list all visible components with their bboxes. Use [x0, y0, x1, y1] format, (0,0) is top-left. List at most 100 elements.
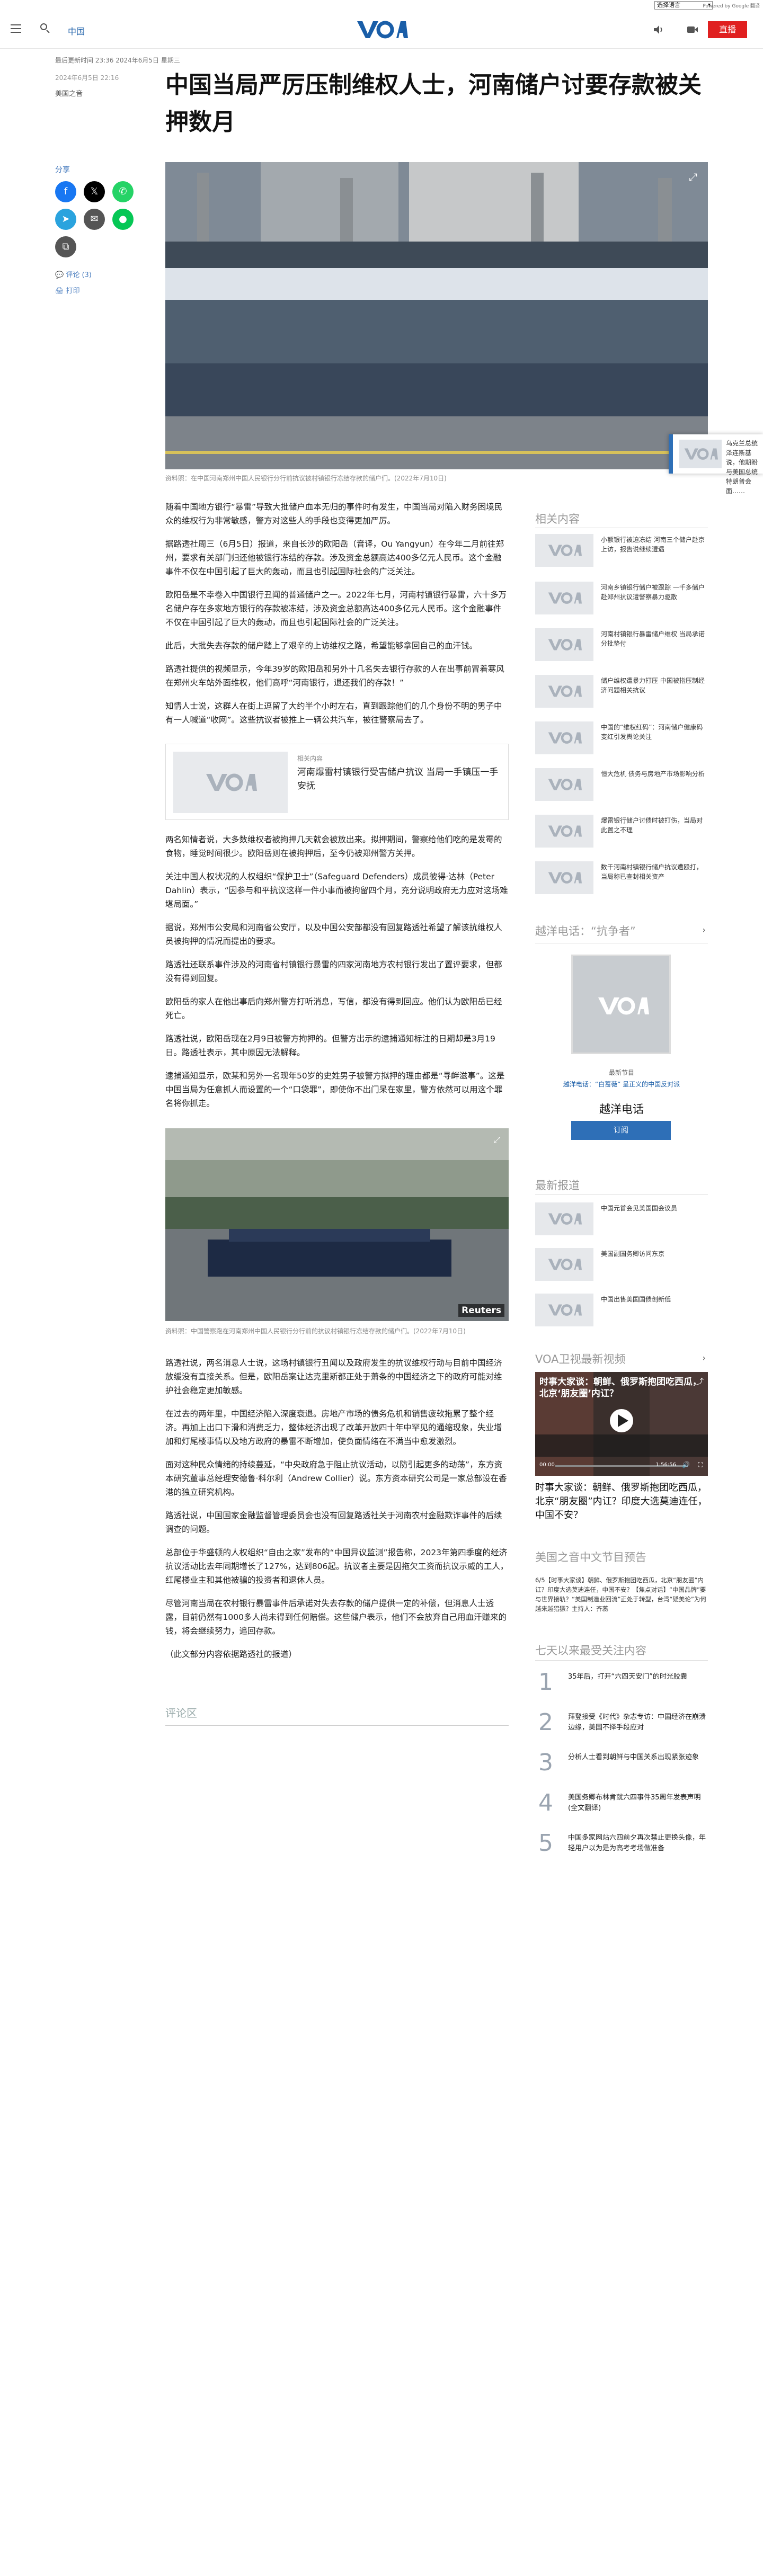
menu-icon[interactable] — [11, 24, 21, 33]
related-thumbnail — [535, 721, 593, 754]
hotline-heading-label: 越洋电话：“抗争者” — [535, 925, 636, 938]
telegram-share-icon[interactable]: ➤ — [55, 209, 76, 230]
related-item-title: 河南乡镇银行储户被跟踪 一千多储户赴郑州抗议遭警察暴力驱散 — [601, 584, 705, 601]
author[interactable]: 美国之音 — [55, 88, 83, 98]
popular-heading: 七天以来最受关注内容 — [535, 1644, 646, 1657]
hotline-program-name: 越洋电话 — [599, 1103, 644, 1116]
paragraph: 据说，郑州市公安局和河南省公安厅，以及中国公安部都没有回复路透社希望了解该抗维权… — [165, 923, 502, 946]
popular-item[interactable]: 2 拜登接受《时代》杂志专访：中国经济在崩溃边缘，美国不择手段应对 — [535, 1709, 708, 1741]
paragraph: 在过去的两年里，中国经济陷入深度衰退。房地产市场的债务危机和销售疲软拖累了整个经… — [165, 1409, 502, 1446]
hotline-heading[interactable]: 越洋电话：“抗争者” › — [535, 923, 708, 943]
video-camera-icon[interactable] — [687, 25, 698, 34]
expand-icon[interactable]: ⤢ — [491, 1134, 503, 1146]
popular-title: 拜登接受《时代》杂志专访：中国经济在崩溃边缘，美国不择手段应对 — [568, 1713, 706, 1732]
popular-item[interactable]: 5 中国多家网站六四前夕再次禁止更换头像，年轻用户以为是为高考考场做准备 — [535, 1830, 708, 1861]
related-item[interactable]: 恒大危机 债务与房地产市场影响分析 — [535, 768, 708, 801]
email-share-icon[interactable]: ✉ — [84, 209, 105, 230]
program-text: 6/5【时事大家谈】朝鲜、俄罗斯抱团吃西瓜，北京“朋友圈”内讧？印度大选莫迪连任… — [535, 1576, 706, 1612]
latest-thumbnail — [535, 1248, 593, 1281]
related-item[interactable]: 爆雷银行储户讨债时被打伤，当局对此置之不理 — [535, 815, 708, 848]
related-item[interactable]: 河南村镇银行暴雷储户维权 当局承诺分批垫付 — [535, 628, 708, 661]
volume-icon[interactable]: 🔊 — [682, 1461, 690, 1468]
related-item[interactable]: 数千河南村镇银行储户抗议遭殴打，当局称已查封相关资产 — [535, 861, 708, 894]
paragraph: 路透社说，两名消息人士说，这场村镇银行丑闻以及政府发生的抗议维权行动与目前中国经… — [165, 1358, 502, 1395]
google-translate-credit: Powered by Google 翻译 — [703, 4, 760, 9]
program-heading: 美国之音中文节目预告 — [535, 1551, 646, 1564]
comments-heading[interactable]: 评论区 — [165, 1705, 509, 1726]
popular-item[interactable]: 4 美国务卿布林肯就六四事件35周年发表声明(全文翻译) — [535, 1789, 708, 1821]
popular-rank: 3 — [538, 1749, 553, 1776]
comment-link[interactable]: 💬 评论 (3) — [55, 269, 92, 279]
related-item[interactable]: 中国的“维权红码”：河南储户健康码变红引发舆论关注 — [535, 721, 708, 754]
video-duration: 1:56:56 — [655, 1462, 676, 1468]
related-item-title: 数千河南村镇银行储户抗议遭殴打，当局称已查封相关资产 — [601, 863, 703, 880]
floating-related-card[interactable]: 乌克兰总统泽连斯基说，他期盼与美国总统特朗普会面…… — [669, 434, 763, 495]
share-icon[interactable]: ⤴ — [696, 1376, 704, 1387]
video-player[interactable]: 时事大家谈：朝鲜、俄罗斯抱团吃西瓜，北京‘朋友圈’内讧？ 00:00 1:56:… — [535, 1372, 708, 1476]
related-thumbnail — [535, 768, 593, 801]
facebook-share-icon[interactable]: f — [55, 181, 76, 202]
section-label[interactable]: 中国 — [68, 24, 85, 37]
subscribe-button[interactable]: 订阅 — [571, 1121, 671, 1140]
police-photo-illustration — [165, 1128, 509, 1321]
speaker-icon[interactable] — [653, 24, 664, 35]
related-item[interactable]: 河南乡镇银行储户被跟踪 一千多储户赴郑州抗议遭警察暴力驱散 — [535, 582, 708, 614]
hotline-cover[interactable] — [571, 955, 671, 1054]
paragraph: 路透社说，中国国家金融监督管理委员会也没有回复路透社关于河南农村金融欺诈事件的后… — [165, 1511, 502, 1534]
latest-item[interactable]: 美国副国务卿访问东京 — [535, 1248, 708, 1281]
latest-item[interactable]: 中国元首会见美国国会议员 — [535, 1202, 708, 1235]
police-photo[interactable]: ⤢ Reuters — [165, 1128, 509, 1321]
hero-caption: 资料照：在中国河南郑州中国人民银行分行前抗议被村镇银行冻结存款的储户们。(202… — [165, 475, 447, 482]
related-item[interactable]: 储户维权遭暴力打压 中国被指压制经济问题相关抗议 — [535, 675, 708, 708]
live-button[interactable]: 直播 — [708, 21, 747, 38]
divider — [535, 1194, 708, 1195]
related-title[interactable]: 河南爆雷村镇银行受害储户抗议 当局一手镇压一手安抚 — [297, 765, 499, 793]
paragraph: 路透社提供的视频显示，今年39岁的欧阳岳和另外十几名失去银行存款的人在出事前冒着… — [165, 664, 504, 688]
video-title[interactable]: 时事大家谈：朝鲜、俄罗斯抱团吃西瓜，北京“朋友圈”内讧？印度大选莫迪连任，中国不… — [535, 1481, 708, 1522]
copy-link-icon[interactable]: ⧉ — [55, 236, 76, 257]
share-label: 分享 — [55, 166, 70, 174]
related-item-title: 恒大危机 债务与房地产市场影响分析 — [601, 770, 705, 778]
line-share-icon[interactable]: ● — [112, 209, 134, 230]
article-body-a: 随着中国地方银行“暴雷”导致大批储户血本无归的事件时有发生，中国当局对陷入财务困… — [165, 500, 509, 727]
latest-item-title: 中国元首会见美国国会议员 — [601, 1205, 678, 1212]
related-thumbnail — [535, 582, 593, 614]
popular-title: 中国多家网站六四前夕再次禁止更换头像，年轻用户以为是为高考考场做准备 — [568, 1834, 706, 1852]
comment-link-label: 评论 (3) — [66, 271, 92, 279]
latest-thumbnail — [535, 1202, 593, 1235]
popular-title: 35年后，打开“六四天安门”的时光胶囊 — [568, 1673, 688, 1681]
related-thumbnail — [535, 815, 593, 848]
hotline-episode-link[interactable]: 越洋电话：“白蔷薇” 呈正义的中国反对派 — [535, 1080, 708, 1089]
print-link[interactable]: 🖨 打印 — [55, 285, 80, 295]
whatsapp-share-icon[interactable]: ✆ — [112, 181, 134, 202]
voa-logo[interactable] — [355, 19, 408, 40]
print-link-label: 打印 — [66, 287, 80, 295]
related-thumbnail — [535, 675, 593, 708]
popular-item[interactable]: 1 35年后，打开“六四天安门”的时光胶囊 — [535, 1669, 708, 1700]
related-kicker: 相关内容 — [297, 755, 323, 762]
latest-item[interactable]: 中国出售美国国债创新低 — [535, 1294, 708, 1326]
site-header: 中国 直播 — [0, 12, 763, 49]
popular-rank: 5 — [538, 1830, 553, 1857]
tv-heading[interactable]: VOA卫视最新视频 › — [535, 1351, 708, 1367]
inline-related-card[interactable]: 相关内容 河南爆雷村镇银行受害储户抗议 当局一手镇压一手安抚 — [165, 744, 509, 820]
popular-rank: 4 — [538, 1789, 553, 1816]
voa-logo-graphic — [357, 21, 408, 39]
publish-date: 2024年6月5日 22:16 — [55, 74, 119, 82]
latest-heading: 最新报道 — [535, 1179, 580, 1192]
popular-rank: 2 — [538, 1709, 553, 1736]
hero-photo[interactable]: ⤢ — [165, 162, 708, 469]
x-share-icon[interactable]: 𝕏 — [84, 181, 105, 202]
expand-icon[interactable]: ⤢ — [686, 170, 700, 184]
paragraph: 知情人士说，这群人在街上逗留了大约半个小时左右，直到跟踪他们的几个身份不明的男子… — [165, 701, 502, 725]
related-item[interactable]: 小额银行被迫冻结 河南三个储户赴京上访，报告说继续遭遇 — [535, 534, 708, 567]
chevron-right-icon: › — [702, 925, 706, 935]
video-overlay-title: 时事大家谈：朝鲜、俄罗斯抱团吃西瓜，北京‘朋友圈’内讧？ — [539, 1377, 702, 1399]
paragraph: 据路透社周三（6月5日）报道，来自长沙的欧阳岳（音译，Ou Yangyun）在今… — [165, 539, 504, 576]
fullscreen-icon[interactable]: ⛶ — [698, 1461, 703, 1469]
popular-item[interactable]: 3 分析人士看到朝鲜与中国关系出现紧张迹象 — [535, 1749, 708, 1781]
latest-item-title: 美国副国务卿访问东京 — [601, 1250, 665, 1258]
related-thumbnail — [535, 628, 593, 661]
divider — [535, 1660, 708, 1661]
search-icon[interactable] — [40, 23, 51, 34]
